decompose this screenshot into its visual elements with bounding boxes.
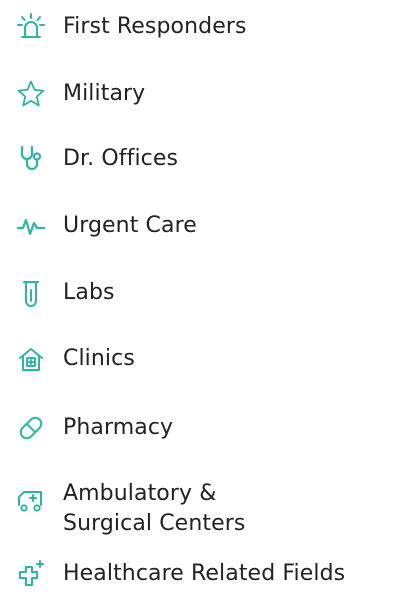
list-item-label: Urgent Care (63, 213, 197, 238)
stethoscope-icon (16, 144, 46, 174)
list-item-ambulatory-surgical-centers[interactable]: Ambulatory & Surgical Centers (16, 479, 303, 539)
list-item-label: Labs (63, 280, 115, 305)
list-item-first-responders[interactable]: First Responders (16, 12, 247, 42)
heartbeat-icon (16, 211, 46, 241)
clinic-house-icon (16, 344, 46, 374)
list-item-dr-offices[interactable]: Dr. Offices (16, 144, 178, 174)
list-item-label: Ambulatory & Surgical Centers (63, 481, 246, 536)
pill-icon (16, 413, 46, 443)
ambulance-icon (16, 485, 46, 515)
medical-cross-icon (16, 559, 46, 589)
siren-icon (16, 12, 46, 42)
list-item-label: Pharmacy (63, 415, 174, 440)
list-item-label: Healthcare Related Fields (63, 561, 346, 586)
list-item-label: First Responders (63, 14, 247, 39)
list-item-labs[interactable]: Labs (16, 278, 115, 308)
list-item-healthcare-related-fields[interactable]: Healthcare Related Fields (16, 559, 345, 589)
test-tube-icon (16, 278, 46, 308)
list-item-label: Clinics (63, 346, 135, 371)
list-item-label: Dr. Offices (63, 146, 179, 171)
list-item-clinics[interactable]: Clinics (16, 344, 135, 374)
list-item-military[interactable]: Military (16, 79, 145, 109)
list-item-label: Military (63, 81, 146, 106)
star-icon (16, 79, 46, 109)
category-list: First Responders Military Dr. Offices Ur… (0, 0, 408, 604)
list-item-pharmacy[interactable]: Pharmacy (16, 413, 173, 443)
list-item-urgent-care[interactable]: Urgent Care (16, 211, 197, 241)
